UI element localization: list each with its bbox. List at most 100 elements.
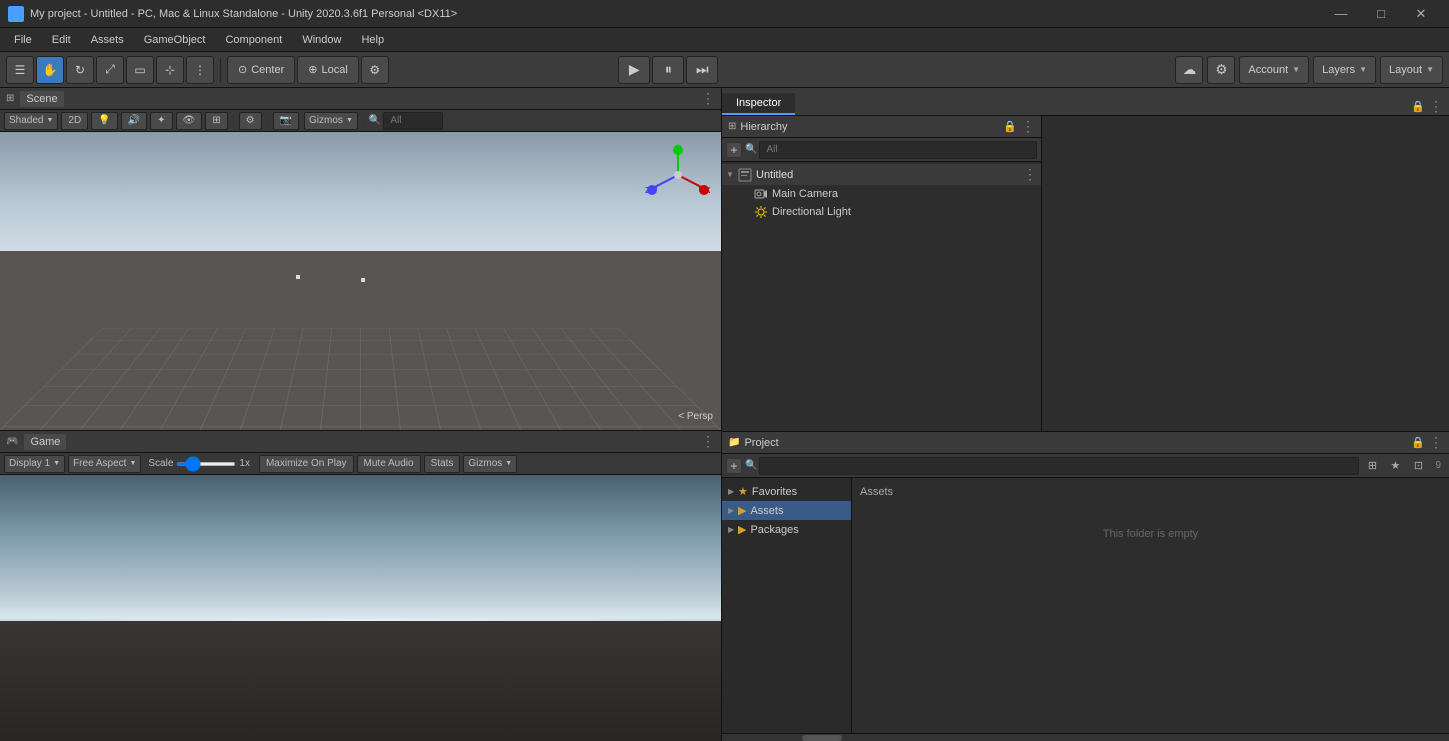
game-tab[interactable]: Game <box>24 434 66 450</box>
project-star-filter-button[interactable]: ★ <box>1385 457 1405 475</box>
pause-button[interactable]: ⏸ <box>652 56 684 84</box>
assets-arrow-icon: ▶ <box>728 506 738 515</box>
hierarchy-lock-icon[interactable]: 🔒 <box>1003 120 1017 133</box>
scale-tool-button[interactable]: ⤢ <box>96 56 124 84</box>
gizmos-dropdown[interactable]: Gizmos ▼ <box>304 112 358 130</box>
project-view-button[interactable]: ⊡ <box>1408 457 1428 475</box>
scene-hidden-button[interactable]: 👁 <box>176 112 203 130</box>
scene-audio-button[interactable]: 🔊 <box>121 112 147 130</box>
stats-button[interactable]: Stats <box>424 455 461 473</box>
close-button[interactable]: ✕ <box>1401 0 1441 28</box>
layers-dropdown[interactable]: Layers ▼ <box>1313 56 1376 84</box>
scene-camera-button[interactable]: 📷 <box>273 112 299 130</box>
project-lock-icon[interactable]: 🔒 <box>1411 436 1425 449</box>
project-filter-button[interactable]: ⊞ <box>1362 457 1382 475</box>
window-controls: — □ ✕ <box>1321 0 1441 28</box>
rect-tool-button[interactable]: ▭ <box>126 56 154 84</box>
untitled-menu-button[interactable]: ⋮ <box>1023 166 1037 183</box>
maximize-button[interactable]: □ <box>1361 0 1401 28</box>
hierarchy-toolbar: + 🔍 <box>722 138 1041 162</box>
inspector-menu-button[interactable]: ⋮ <box>1429 98 1443 115</box>
services-button[interactable]: ⚙ <box>1207 56 1235 84</box>
favorites-label: Favorites <box>752 486 797 498</box>
shading-mode-dropdown[interactable]: Shaded ▼ <box>4 112 58 130</box>
cloud-build-button[interactable]: ☁ <box>1175 56 1203 84</box>
scene-settings-button[interactable]: ⚙ <box>239 112 262 130</box>
gizmos-dropdown-arrow: ▼ <box>346 117 353 124</box>
game-panel-menu-button[interactable]: ⋮ <box>701 433 715 450</box>
app-icon <box>8 6 24 22</box>
menu-help[interactable]: Help <box>351 29 394 51</box>
project-add-button[interactable]: + <box>726 458 742 474</box>
project-title: Project <box>744 437 778 449</box>
layout-dropdown[interactable]: Layout ▼ <box>1380 56 1443 84</box>
hierarchy-item-directional-light[interactable]: Directional Light <box>722 203 1041 221</box>
menu-component[interactable]: Component <box>215 29 292 51</box>
hierarchy-add-button[interactable]: + <box>726 142 742 158</box>
hierarchy-search-icon: 🔍 <box>745 144 757 155</box>
extras-button[interactable]: ⚙ <box>361 56 389 84</box>
hierarchy-item-untitled[interactable]: ▼ Untitled ⋮ <box>722 164 1041 185</box>
rotate-tool-button[interactable]: ↻ <box>66 56 94 84</box>
project-tree-packages[interactable]: ▶ ▶ Packages <box>722 520 851 539</box>
scene-fx-button[interactable]: ✦ <box>150 112 172 130</box>
game-gizmos-arrow: ▼ <box>505 460 512 467</box>
inspector-tab[interactable]: Inspector <box>722 93 795 115</box>
transform-tool-button[interactable]: ⊹ <box>156 56 184 84</box>
scene-search-input[interactable] <box>383 112 443 130</box>
game-gizmos-dropdown[interactable]: Gizmos ▼ <box>463 455 517 473</box>
project-menu-button[interactable]: ⋮ <box>1429 434 1443 451</box>
project-tree-favorites[interactable]: ▶ ★ Favorites <box>722 482 851 501</box>
scene-tab[interactable]: Scene <box>20 91 63 107</box>
directional-light-label: Directional Light <box>772 206 851 218</box>
scene-grid-button[interactable]: ⊞ <box>205 112 227 130</box>
scene-light-button[interactable]: 💡 <box>91 112 117 130</box>
game-viewport[interactable] <box>0 475 721 741</box>
menu-gameobject[interactable]: GameObject <box>134 29 216 51</box>
project-search-input[interactable] <box>759 457 1359 475</box>
hierarchy-item-main-camera[interactable]: Main Camera <box>722 185 1041 203</box>
scene-viewport[interactable]: X Z < Persp <box>0 132 721 430</box>
menu-edit[interactable]: Edit <box>42 29 81 51</box>
scale-slider[interactable] <box>176 462 236 466</box>
account-dropdown[interactable]: Account ▼ <box>1239 56 1309 84</box>
account-dropdown-arrow: ▼ <box>1292 65 1300 74</box>
hierarchy-search-input[interactable] <box>759 141 1037 159</box>
custom-tool-button[interactable]: ⋮ <box>186 56 214 84</box>
scene-panel-menu-button[interactable]: ⋮ <box>701 90 715 107</box>
step-button[interactable]: ⏭ <box>686 56 718 84</box>
hand-tool-button[interactable]: ☰ <box>6 56 34 84</box>
menu-assets[interactable]: Assets <box>81 29 134 51</box>
inspector-lock-icon[interactable]: 🔒 <box>1411 100 1425 113</box>
project-scrollbar[interactable] <box>722 733 1449 741</box>
project-search-icon: 🔍 <box>745 460 757 471</box>
game-panel: 🎮 Game ⋮ Display 1 ▼ Free Aspect ▼ Scale <box>0 431 721 741</box>
minimize-button[interactable]: — <box>1321 0 1361 28</box>
project-tree-assets[interactable]: ▶ ▶ Assets <box>722 501 851 520</box>
play-button[interactable]: ▶ <box>618 56 650 84</box>
hierarchy-panel: ⊞ Hierarchy 🔒 ⋮ + 🔍 <box>722 116 1042 431</box>
project-scrollbar-thumb <box>802 735 842 741</box>
aspect-dropdown[interactable]: Free Aspect ▼ <box>68 455 141 473</box>
inspector-tabs: Inspector 🔒 ⋮ <box>722 88 1449 116</box>
packages-folder-icon: ▶ <box>738 523 746 536</box>
scene-sky <box>0 132 721 251</box>
maximize-on-play-button[interactable]: Maximize On Play <box>259 455 354 473</box>
pivot-center-button[interactable]: ⊙ Center <box>227 56 295 84</box>
scene-point-2 <box>361 278 365 282</box>
scene-2d-button[interactable]: 2D <box>61 112 88 130</box>
middle-right: ⊞ Hierarchy 🔒 ⋮ + 🔍 <box>722 116 1449 431</box>
display-dropdown[interactable]: Display 1 ▼ <box>4 455 65 473</box>
hierarchy-title: Hierarchy <box>740 121 787 133</box>
menu-file[interactable]: File <box>4 29 42 51</box>
hierarchy-menu-button[interactable]: ⋮ <box>1021 118 1035 135</box>
layers-dropdown-arrow: ▼ <box>1359 65 1367 74</box>
move-tool-button[interactable]: ✋ <box>36 56 64 84</box>
scale-label: Scale <box>148 458 173 469</box>
hierarchy-hash-icon: ⊞ <box>728 121 736 132</box>
camera-icon <box>754 187 768 201</box>
right-panels: Inspector 🔒 ⋮ ⊞ Hierarchy 🔒 ⋮ <box>722 88 1449 741</box>
mute-audio-button[interactable]: Mute Audio <box>357 455 421 473</box>
menu-window[interactable]: Window <box>292 29 351 51</box>
pivot-local-button[interactable]: ⊕ Local <box>297 56 359 84</box>
